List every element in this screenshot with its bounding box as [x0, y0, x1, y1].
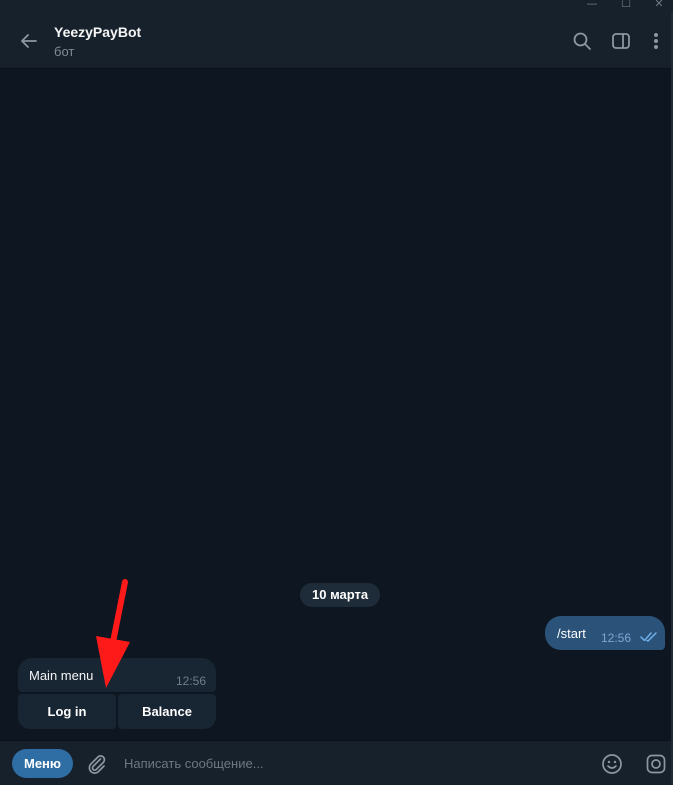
- emoji-icon[interactable]: [599, 751, 625, 777]
- outgoing-message[interactable]: /start 12:56: [545, 616, 665, 650]
- back-arrow-icon[interactable]: [14, 26, 44, 56]
- annotation-arrow-icon: [96, 579, 130, 688]
- maximize-icon[interactable]: ☐: [619, 0, 633, 10]
- message-text: Main menu: [29, 668, 94, 683]
- double-check-icon: [640, 632, 657, 642]
- chat-subtitle: бот: [54, 44, 75, 59]
- chat-title[interactable]: YeezyPayBot: [54, 24, 141, 40]
- paperclip-icon[interactable]: [84, 751, 110, 777]
- message-time: 12:56: [601, 631, 632, 645]
- telegram-window: — ☐ ✕ YeezyPayBot бот 10 марта /start 12…: [0, 0, 673, 785]
- login-button[interactable]: Log in: [18, 694, 116, 729]
- message-composer: Меню: [0, 740, 671, 785]
- message-text: /start: [557, 626, 586, 641]
- date-separator: 10 марта: [300, 583, 381, 607]
- message-input[interactable]: [116, 749, 602, 778]
- more-vertical-icon[interactable]: [643, 28, 669, 54]
- instant-camera-icon[interactable]: [643, 751, 669, 777]
- message-time: 12:56: [176, 674, 207, 688]
- side-panel-icon[interactable]: [608, 28, 634, 54]
- minimize-icon[interactable]: —: [585, 0, 599, 10]
- search-icon[interactable]: [569, 28, 595, 54]
- balance-button[interactable]: Balance: [118, 694, 216, 729]
- bot-menu-button[interactable]: Меню: [12, 749, 74, 778]
- chat-header: YeezyPayBot бот: [0, 12, 671, 69]
- close-icon[interactable]: ✕: [652, 0, 666, 10]
- window-titlebar: — ☐ ✕: [0, 0, 673, 12]
